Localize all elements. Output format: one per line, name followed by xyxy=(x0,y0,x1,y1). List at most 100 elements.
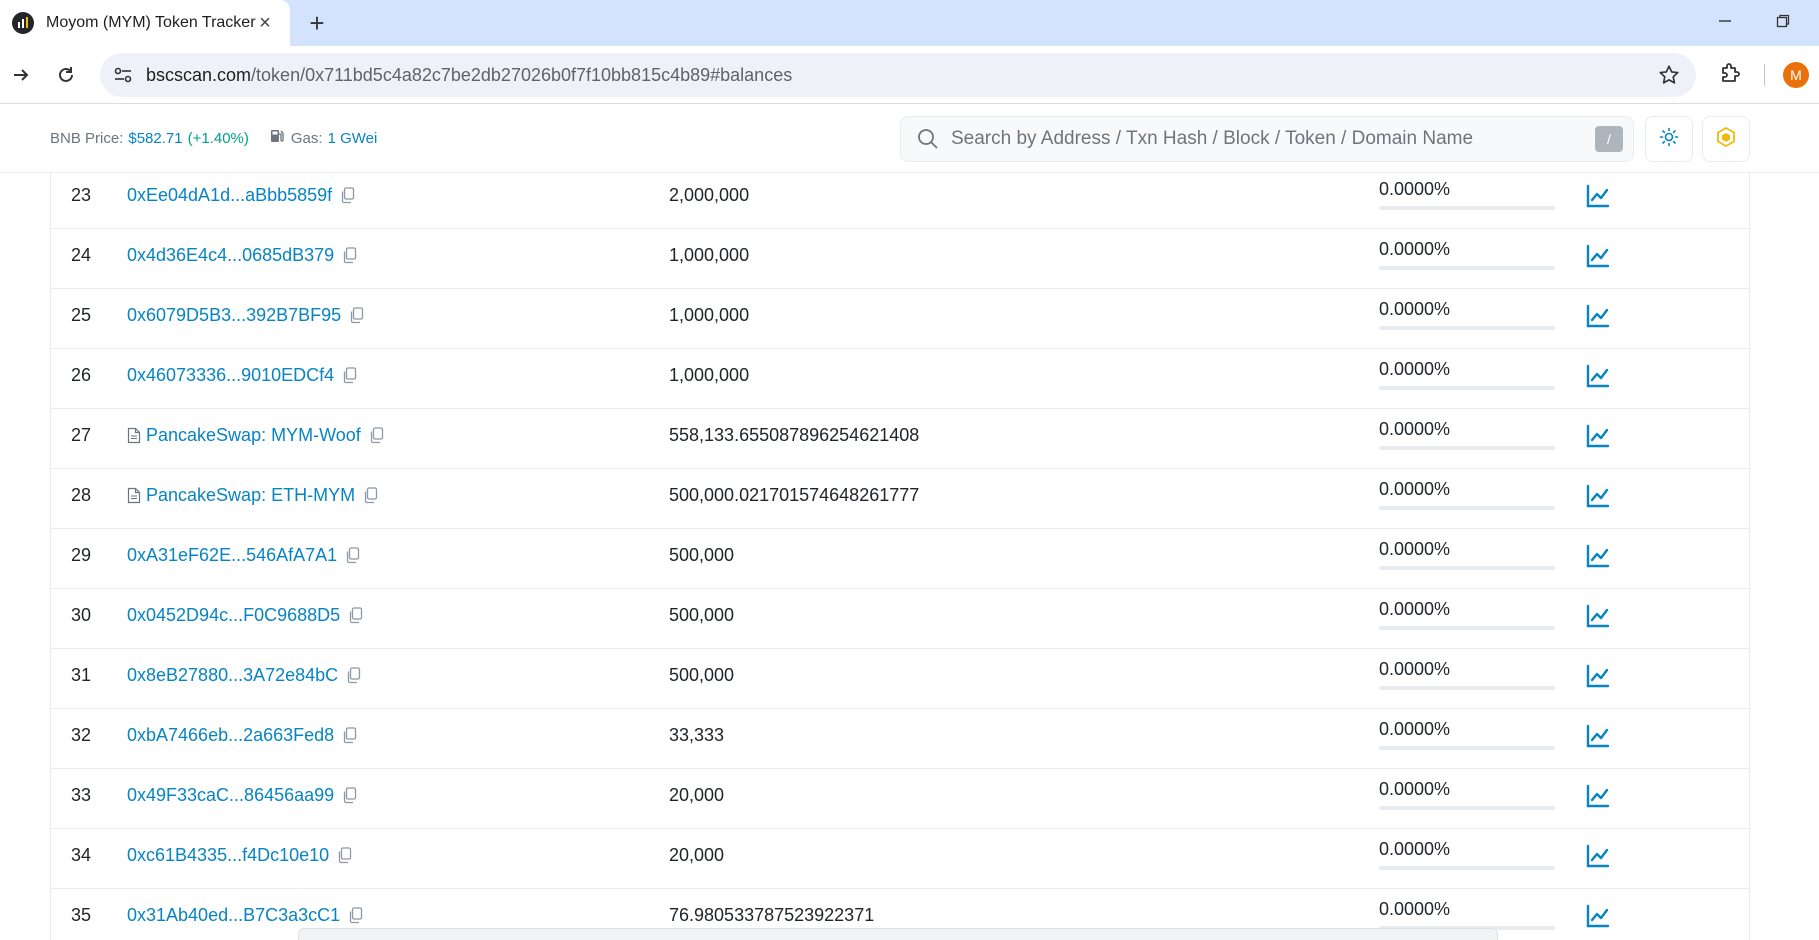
holder-address-text[interactable]: 0x31Ab40ed...B7C3a3cC1 xyxy=(127,905,340,926)
bnb-network-button[interactable] xyxy=(1702,116,1750,162)
reload-icon[interactable] xyxy=(50,59,82,91)
chart-line-icon[interactable] xyxy=(1585,843,1611,869)
holder-address-text[interactable]: 0x49F33caC...86456aa99 xyxy=(127,785,334,806)
chart-line-icon[interactable] xyxy=(1585,363,1611,389)
theme-toggle-button[interactable] xyxy=(1645,116,1693,162)
holder-address-link[interactable]: 0x0452D94c...F0C9688D5 xyxy=(127,605,364,626)
copy-icon[interactable] xyxy=(342,366,358,385)
holder-address-text[interactable]: 0x8eB27880...3A72e84bC xyxy=(127,665,338,686)
holder-percentage: 0.0000% xyxy=(1379,179,1555,210)
copy-icon[interactable] xyxy=(342,726,358,745)
profile-avatar[interactable]: M xyxy=(1783,62,1809,88)
bnb-price-value[interactable]: $582.71 xyxy=(128,130,182,147)
holder-address-link[interactable]: PancakeSwap: ETH-MYM xyxy=(127,485,379,506)
copy-icon[interactable] xyxy=(342,786,358,805)
percentage-progress-bar xyxy=(1379,746,1555,750)
percentage-text: 0.0000% xyxy=(1379,419,1451,439)
holder-address-link[interactable]: 0xEe04dA1d...aBbb5859f xyxy=(127,185,356,206)
copy-icon[interactable] xyxy=(346,666,362,685)
holder-address-link[interactable]: 0x49F33caC...86456aa99 xyxy=(127,785,358,806)
holder-rank: 33 xyxy=(71,785,92,805)
holder-address-text[interactable]: 0xbA7466eb...2a663Fed8 xyxy=(127,725,334,746)
chart-line-icon[interactable] xyxy=(1585,183,1611,209)
copy-icon[interactable] xyxy=(342,246,358,265)
copy-icon[interactable] xyxy=(340,186,356,205)
search-input[interactable]: Search by Address / Txn Hash / Block / T… xyxy=(900,116,1634,162)
holder-rank: 23 xyxy=(71,185,92,205)
chart-line-icon[interactable] xyxy=(1585,723,1611,749)
document-icon xyxy=(127,487,143,505)
chart-line-icon[interactable] xyxy=(1585,903,1611,929)
holder-address-text[interactable]: 0xA31eF62E...546AfA7A1 xyxy=(127,545,337,566)
copy-icon[interactable] xyxy=(369,426,385,445)
tab-title: Moyom (MYM) Token Tracker | B xyxy=(46,14,256,31)
holder-address-link[interactable]: PancakeSwap: MYM-Woof xyxy=(127,425,385,446)
holder-address-link[interactable]: 0x46073336...9010EDCf4 xyxy=(127,365,358,386)
forward-arrow-icon[interactable] xyxy=(5,59,37,91)
chart-line-icon[interactable] xyxy=(1585,423,1611,449)
bookmark-star-icon[interactable] xyxy=(1658,64,1680,86)
holder-rank: 24 xyxy=(71,245,92,265)
holder-address-text[interactable]: 0x6079D5B3...392B7BF95 xyxy=(127,305,341,326)
tab-close-icon[interactable]: × xyxy=(254,12,276,34)
copy-icon[interactable] xyxy=(337,846,353,865)
percentage-progress-bar xyxy=(1379,206,1555,210)
site-info-icon[interactable] xyxy=(104,53,142,97)
percentage-progress-bar xyxy=(1379,866,1555,870)
copy-icon[interactable] xyxy=(349,306,365,325)
address-bar[interactable]: bscscan.com/token/0x711bd5c4a82c7be2db27… xyxy=(100,53,1696,97)
holder-quantity: 500,000 xyxy=(669,605,735,625)
extensions-puzzle-icon[interactable] xyxy=(1716,58,1746,88)
holder-address-link[interactable]: 0x4d36E4c4...0685dB379 xyxy=(127,245,358,266)
holder-address-link[interactable]: 0xA31eF62E...546AfA7A1 xyxy=(127,545,361,566)
restore-icon[interactable] xyxy=(1766,6,1800,36)
chart-line-icon[interactable] xyxy=(1585,543,1611,569)
holder-address-text[interactable]: 0x4d36E4c4...0685dB379 xyxy=(127,245,334,266)
holder-address-text[interactable]: PancakeSwap: MYM-Woof xyxy=(146,425,361,446)
holder-percentage: 0.0000% xyxy=(1379,359,1555,390)
holder-address-link[interactable]: 0x31Ab40ed...B7C3a3cC1 xyxy=(127,905,364,926)
bnb-cube-icon xyxy=(1715,126,1737,153)
percentage-progress-bar xyxy=(1379,326,1555,330)
percentage-text: 0.0000% xyxy=(1379,659,1451,679)
holder-address-link[interactable]: 0x6079D5B3...392B7BF95 xyxy=(127,305,365,326)
holder-quantity: 500,000 xyxy=(669,665,735,685)
copy-icon[interactable] xyxy=(348,606,364,625)
gas-value[interactable]: 1 GWei xyxy=(328,130,378,147)
holders-table: 23 0xEe04dA1d...aBbb5859f 2,000,000 0.0000%… xyxy=(50,173,1750,940)
holder-address-text[interactable]: 0x46073336...9010EDCf4 xyxy=(127,365,334,386)
browser-tab[interactable]: Moyom (MYM) Token Tracker | B × xyxy=(0,0,290,46)
copy-icon[interactable] xyxy=(363,486,379,505)
holder-quantity: 33,333 xyxy=(669,725,725,745)
percentage-text: 0.0000% xyxy=(1379,719,1451,739)
copy-icon[interactable] xyxy=(348,906,364,925)
search-shortcut-key: / xyxy=(1595,126,1623,152)
percentage-progress-bar xyxy=(1379,806,1555,810)
new-tab-button[interactable]: + xyxy=(302,8,332,38)
minimize-icon[interactable] xyxy=(1708,6,1742,36)
holder-address-link[interactable]: 0x8eB27880...3A72e84bC xyxy=(127,665,362,686)
chart-line-icon[interactable] xyxy=(1585,783,1611,809)
chart-line-icon[interactable] xyxy=(1585,243,1611,269)
holder-rank: 28 xyxy=(71,485,92,505)
percentage-text: 0.0000% xyxy=(1379,299,1451,319)
chart-line-icon[interactable] xyxy=(1585,663,1611,689)
holder-rank: 26 xyxy=(71,365,92,385)
holder-address-text[interactable]: 0x0452D94c...F0C9688D5 xyxy=(127,605,340,626)
holder-address-text[interactable]: 0xc61B4335...f4Dc10e10 xyxy=(127,845,329,866)
holder-percentage: 0.0000% xyxy=(1379,899,1555,930)
holder-address-link[interactable]: 0xc61B4335...f4Dc10e10 xyxy=(127,845,353,866)
chart-line-icon[interactable] xyxy=(1585,603,1611,629)
search-placeholder: Search by Address / Txn Hash / Block / T… xyxy=(951,128,1474,149)
holder-address-text[interactable]: PancakeSwap: ETH-MYM xyxy=(146,485,355,506)
chart-line-icon[interactable] xyxy=(1585,303,1611,329)
holder-percentage: 0.0000% xyxy=(1379,719,1555,750)
table-row: 28 PancakeSwap: ETH-MYM 500,000.0217015746… xyxy=(51,469,1749,529)
holder-address-text[interactable]: 0xEe04dA1d...aBbb5859f xyxy=(127,185,332,206)
chart-line-icon[interactable] xyxy=(1585,483,1611,509)
holder-address-link[interactable]: 0xbA7466eb...2a663Fed8 xyxy=(127,725,358,746)
holder-quantity: 20,000 xyxy=(669,785,725,805)
holder-rank: 25 xyxy=(71,305,92,325)
url-text: bscscan.com/token/0x711bd5c4a82c7be2db27… xyxy=(146,64,793,85)
copy-icon[interactable] xyxy=(345,546,361,565)
